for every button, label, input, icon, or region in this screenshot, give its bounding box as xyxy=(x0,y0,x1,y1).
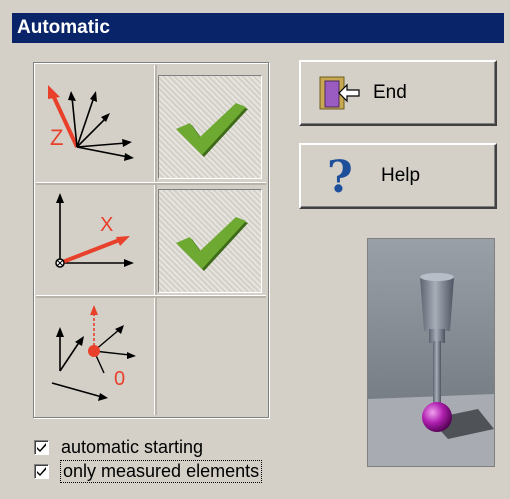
x-axis-alignment-icon: X xyxy=(55,193,134,268)
check-icon xyxy=(37,466,46,476)
probe-preview-image xyxy=(367,238,495,467)
help-question-icon: ? xyxy=(327,154,353,198)
checkmark-icon xyxy=(176,217,248,271)
automatic-starting-option[interactable]: automatic starting xyxy=(34,436,203,458)
end-button-label: End xyxy=(373,82,407,103)
only-measured-elements-option[interactable]: only measured elements xyxy=(34,459,263,483)
svg-text:?: ? xyxy=(327,154,353,198)
check-icon xyxy=(37,442,46,452)
panel-divider-vertical xyxy=(154,65,157,415)
z-axis-done-toggle[interactable] xyxy=(158,75,262,179)
alignment-step-panel: Z X 0 xyxy=(33,62,269,418)
help-button[interactable]: ? Help xyxy=(299,143,497,209)
probe-illustration xyxy=(368,273,494,466)
end-button[interactable]: End xyxy=(299,60,497,126)
panel-divider-1 xyxy=(36,182,266,185)
window-title: Automatic xyxy=(17,17,110,38)
x-label: X xyxy=(100,214,113,236)
panel-divider-2 xyxy=(36,295,266,298)
z-label: Z xyxy=(50,125,63,150)
z-axis-alignment-icon: Z xyxy=(48,85,134,161)
origin-alignment-icon: 0 xyxy=(51,305,136,401)
checkmark-icon xyxy=(176,103,248,157)
automatic-starting-checkbox[interactable] xyxy=(34,439,49,455)
only-measured-elements-checkbox[interactable] xyxy=(34,463,49,479)
automatic-starting-label: automatic starting xyxy=(61,436,204,457)
origin-label: 0 xyxy=(114,368,125,390)
only-measured-elements-label: only measured elements xyxy=(59,459,263,483)
title-bar: Automatic xyxy=(12,13,504,43)
x-axis-done-toggle[interactable] xyxy=(158,189,262,293)
exit-door-icon xyxy=(319,76,360,110)
help-button-label: Help xyxy=(381,165,421,186)
